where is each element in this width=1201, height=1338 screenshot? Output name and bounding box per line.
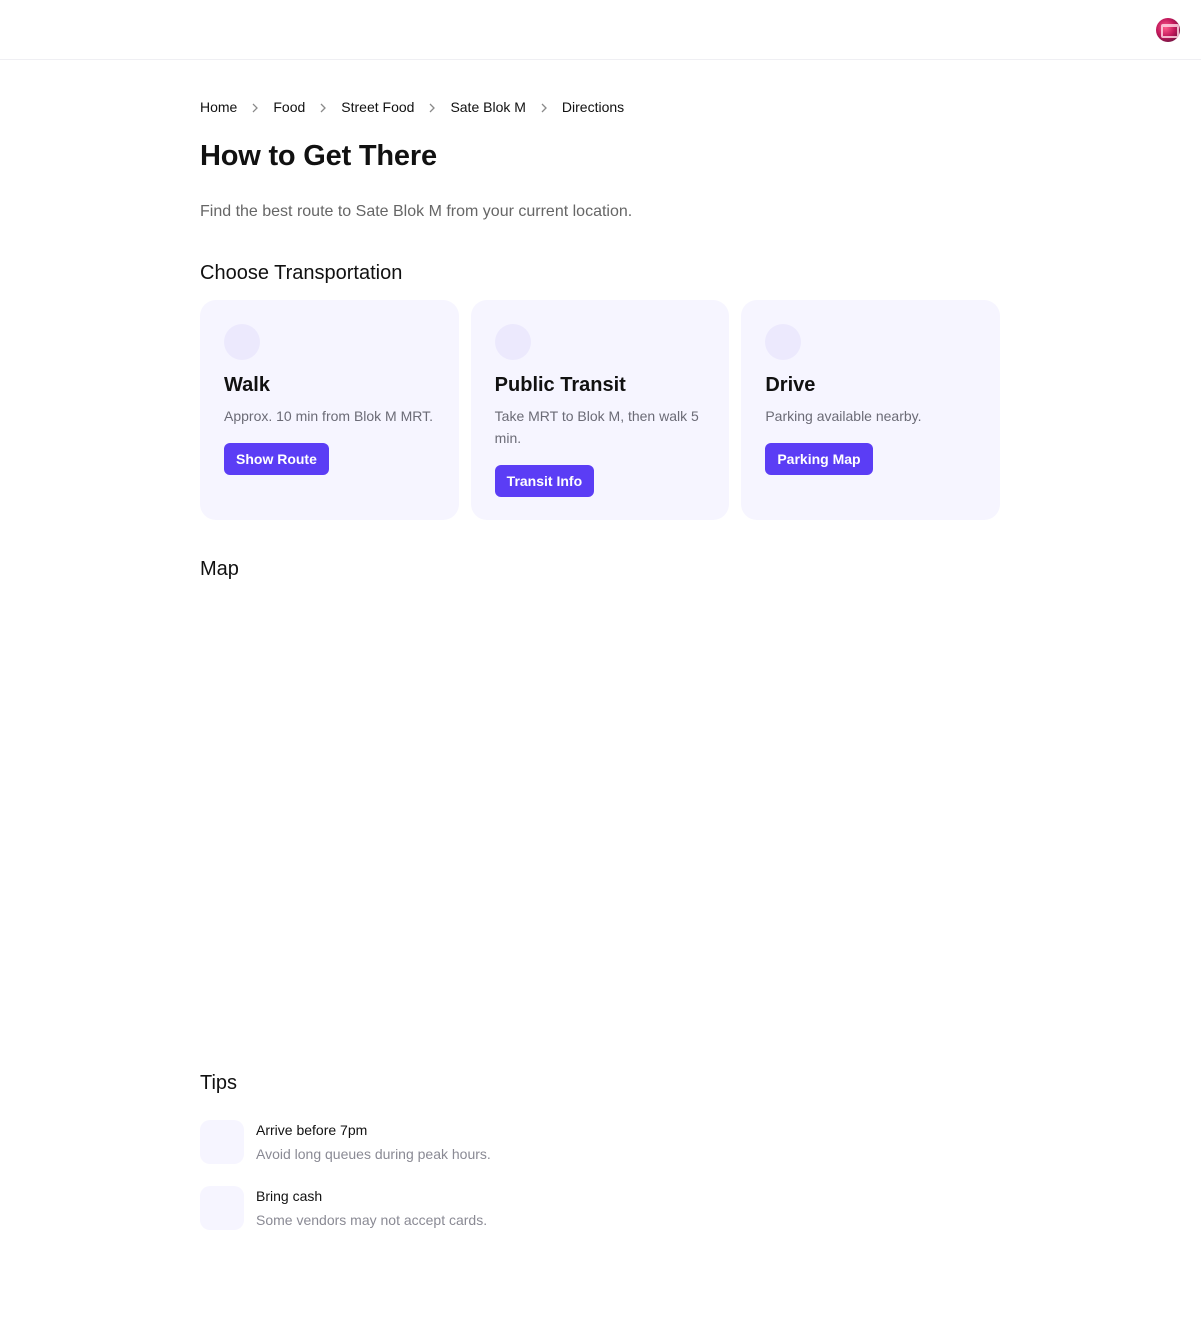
- show-route-button[interactable]: Show Route: [224, 443, 329, 475]
- tips-heading: Tips: [200, 1072, 238, 1094]
- transit-icon: [494, 324, 531, 360]
- tip-item: Arrive before 7pm Avoid long queues duri…: [200, 1120, 1000, 1186]
- card-description: Parking available nearby.: [765, 408, 922, 424]
- chevron-right-icon: [414, 100, 450, 114]
- cash-icon: [200, 1186, 244, 1230]
- clock-icon: [200, 1120, 244, 1164]
- tips-list: Arrive before 7pm Avoid long queues duri…: [200, 1120, 1000, 1252]
- card-description: Approx. 10 min from Blok M MRT.: [224, 408, 434, 424]
- breadcrumb: Home Food Street Food Sate Blok M Direct…: [200, 99, 624, 115]
- parking-map-button[interactable]: Parking Map: [765, 443, 873, 475]
- transport-heading: Choose Transportation: [200, 262, 403, 284]
- breadcrumb-sate-blok-m[interactable]: Sate Blok M: [450, 99, 525, 115]
- page-subtitle: Find the best route to Sate Blok M from …: [200, 203, 633, 220]
- transport-card-public-transit: Public Transit Take MRT to Blok M, then …: [470, 300, 730, 520]
- map-container[interactable]: [200, 600, 1000, 1040]
- tip-title: Bring cash: [256, 1188, 323, 1204]
- transport-card-walk: Walk Approx. 10 min from Blok M MRT. Sho…: [200, 300, 459, 520]
- card-title: Drive: [765, 374, 816, 396]
- map-heading: Map: [200, 558, 239, 580]
- car-icon: [765, 324, 802, 360]
- breadcrumb-directions: Directions: [561, 99, 625, 115]
- page-title: How to Get There: [200, 140, 437, 172]
- card-description: Take MRT to Blok M, then walk 5 min.: [494, 408, 699, 446]
- avatar[interactable]: [1156, 18, 1180, 42]
- chevron-right-icon: [526, 100, 562, 114]
- chevron-right-icon: [305, 100, 341, 114]
- card-title: Walk: [224, 374, 270, 396]
- card-title: Public Transit: [494, 374, 626, 396]
- walk-icon: [224, 324, 260, 360]
- transport-cards: Walk Approx. 10 min from Blok M MRT. Sho…: [200, 300, 1001, 520]
- breadcrumb-food[interactable]: Food: [273, 99, 305, 115]
- transport-card-drive: Drive Parking available nearby. Parking …: [741, 300, 1001, 520]
- top-bar: [0, 0, 1201, 60]
- tip-description: Some vendors may not accept cards.: [256, 1212, 488, 1228]
- tip-item: Bring cash Some vendors may not accept c…: [200, 1186, 1000, 1252]
- tip-description: Avoid long queues during peak hours.: [256, 1146, 491, 1162]
- breadcrumb-home[interactable]: Home: [200, 99, 237, 115]
- transit-info-button[interactable]: Transit Info: [494, 465, 595, 497]
- tip-title: Arrive before 7pm: [256, 1122, 368, 1138]
- breadcrumb-street-food[interactable]: Street Food: [341, 99, 414, 115]
- chevron-right-icon: [237, 100, 273, 114]
